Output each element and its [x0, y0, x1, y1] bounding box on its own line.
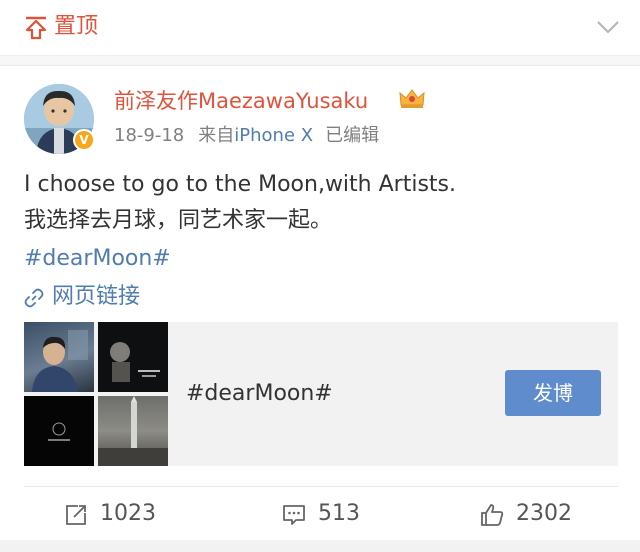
- post-button[interactable]: 发博: [505, 370, 601, 416]
- thumbnail-photo-1: [24, 322, 94, 392]
- thumbnail-photo-3: [24, 396, 94, 466]
- chevron-down-icon[interactable]: [596, 18, 620, 36]
- thumbnail-photo-4: [98, 396, 168, 466]
- action-bar: 1023 513 2302: [24, 486, 618, 540]
- bottom-divider: [0, 540, 640, 552]
- comment-count: 513: [318, 501, 360, 526]
- link-icon: [24, 288, 44, 308]
- card-thumbnails: [24, 322, 168, 466]
- verified-v-icon: V: [73, 129, 95, 151]
- section-divider: [0, 56, 640, 66]
- thumbnail-photo-2: [98, 322, 168, 392]
- crown-icon[interactable]: [398, 86, 426, 110]
- edited-label[interactable]: 已编辑: [325, 123, 379, 149]
- source-device[interactable]: iPhone X: [234, 123, 313, 149]
- web-link-label: 网页链接: [52, 284, 141, 309]
- source-prefix: 来自: [198, 125, 235, 146]
- comment-icon: [283, 505, 305, 525]
- username[interactable]: 前泽友作MaezawaYusaku: [114, 86, 368, 116]
- pin-top-icon: [25, 16, 47, 40]
- card-title: #dearMoon#: [186, 381, 333, 406]
- post-text-line-2: 我选择去月球，同艺术家一起。: [24, 208, 333, 233]
- post-meta: 18-9-18 来自iPhone X 已编辑: [114, 123, 379, 149]
- topic-card[interactable]: #dearMoon# 发博: [24, 322, 618, 466]
- hashtag-link[interactable]: #dearMoon#: [24, 244, 171, 274]
- repost-icon: [66, 505, 86, 525]
- repost-count: 1023: [100, 501, 156, 526]
- thumbs-up-icon: [481, 504, 504, 526]
- post-date[interactable]: 18-9-18: [114, 123, 184, 149]
- pin-label: 置顶: [54, 14, 99, 39]
- pin-bar: 置顶: [0, 0, 640, 56]
- like-count: 2302: [516, 501, 572, 526]
- post-text-line-1: I choose to go to the Moon,with Artists.: [24, 172, 456, 197]
